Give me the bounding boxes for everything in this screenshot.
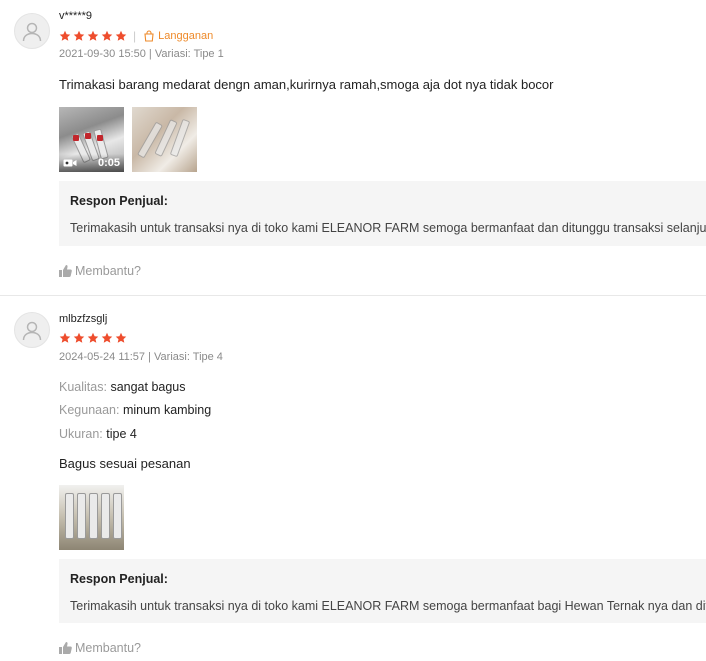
attribute-key: Kualitas:	[59, 380, 107, 394]
attribute-value: tipe 4	[106, 427, 137, 441]
thumb-detail	[73, 135, 79, 141]
seller-response: Respon Penjual: Terimakasih untuk transa…	[59, 559, 706, 623]
user-avatar-icon[interactable]	[14, 312, 50, 348]
review-video-thumbnail[interactable]: 0:05	[59, 107, 124, 172]
review-photo-thumbnail[interactable]	[132, 107, 197, 172]
thumb-detail	[89, 493, 98, 539]
review-comment: Bagus sesuai pesanan	[59, 456, 191, 471]
thumb-detail	[97, 135, 103, 141]
seller-response-title: Respon Penjual:	[70, 572, 168, 586]
video-duration: 0:05	[97, 157, 120, 169]
star-icon	[73, 30, 85, 41]
video-camera-icon	[63, 159, 77, 167]
thumb-detail	[65, 493, 74, 539]
user-avatar-icon[interactable]	[14, 13, 50, 49]
review-meta: 2024-05-24 11:57 | Variasi: Tipe 4	[59, 351, 223, 363]
helpful-button[interactable]: Membantu?	[59, 641, 141, 655]
star-icon	[73, 332, 85, 343]
rating-stars	[59, 332, 127, 344]
review-media	[59, 485, 124, 550]
rating-stars: | Langganan	[59, 30, 213, 42]
review-comment: Trimakasi barang medarat dengn aman,kuri…	[59, 77, 554, 92]
review-variant: Variasi: Tipe 1	[154, 48, 224, 60]
attribute-value: minum kambing	[122, 403, 212, 417]
review-meta: 2021-09-30 15:50 | Variasi: Tipe 1	[59, 48, 224, 60]
attribute-key: Ukuran:	[59, 427, 103, 441]
review-media: 0:05	[59, 107, 197, 172]
bag-icon	[144, 30, 154, 42]
badge-label: Langganan	[158, 30, 214, 42]
review-attribute: Kualitas: sangat bagus	[59, 380, 186, 394]
thumbs-up-icon	[59, 265, 72, 277]
star-icon	[59, 30, 71, 41]
thumb-detail	[113, 493, 122, 539]
review-date: 2024-05-24 11:57	[59, 351, 146, 363]
separator: |	[133, 29, 137, 43]
review-username: v*****9	[59, 10, 93, 22]
helpful-button[interactable]: Membantu?	[59, 264, 141, 278]
star-icon	[115, 30, 127, 41]
review-photo-thumbnail[interactable]	[59, 485, 124, 550]
thumb-detail	[85, 133, 91, 139]
attribute-key: Kegunaan:	[59, 403, 120, 417]
star-icon	[59, 332, 71, 343]
review-attribute: Ukuran: tipe 4	[59, 427, 137, 441]
thumbs-up-icon	[59, 642, 72, 654]
attribute-value: sangat bagus	[110, 380, 186, 394]
review-attribute: Kegunaan: minum kambing	[59, 403, 211, 417]
subscriber-badge: Langganan	[143, 30, 213, 42]
review-item: mlbzfzsglj 2024-05-24 11:57 | Variasi: T…	[0, 296, 706, 661]
review-username: mlbzfzsglj	[59, 313, 108, 325]
star-icon	[101, 30, 113, 41]
review-variant: Variasi: Tipe 4	[154, 351, 223, 363]
star-icon	[101, 332, 113, 343]
review-item: v*****9 | Langganan 2021-09-30 15:50 | V…	[0, 0, 706, 295]
star-icon	[87, 30, 99, 41]
video-overlay: 0:05	[59, 154, 124, 172]
review-date: 2021-09-30 15:50	[59, 48, 146, 60]
star-icon	[87, 332, 99, 343]
helpful-label: Membantu?	[75, 264, 142, 278]
seller-response-text: Terimakasih untuk transaksi nya di toko …	[70, 221, 706, 235]
thumb-detail	[77, 493, 86, 539]
helpful-label: Membantu?	[75, 641, 142, 655]
seller-response-text: Terimakasih untuk transaksi nya di toko …	[70, 599, 706, 613]
seller-response: Respon Penjual: Terimakasih untuk transa…	[59, 181, 706, 246]
star-icon	[115, 332, 127, 343]
thumb-detail	[101, 493, 110, 539]
seller-response-title: Respon Penjual:	[70, 194, 168, 208]
